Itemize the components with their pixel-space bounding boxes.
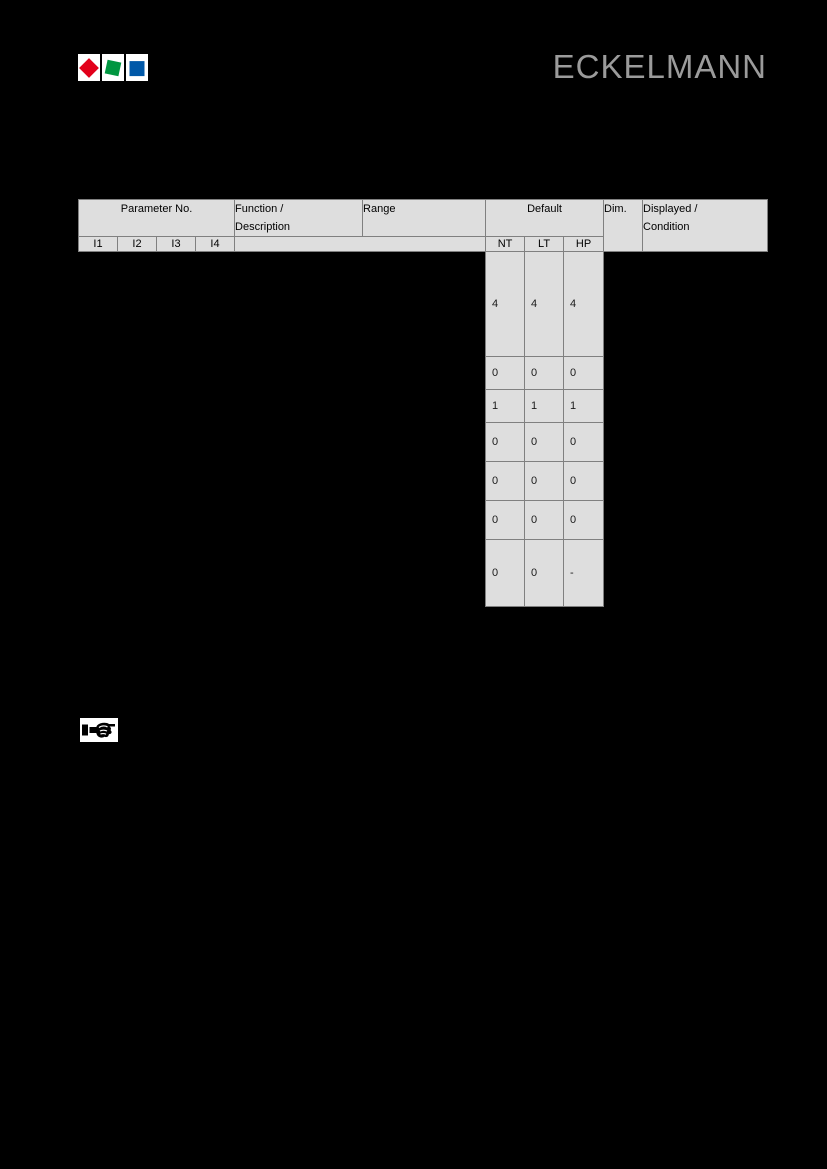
green-square-icon (104, 59, 122, 76)
header-displayed-line1: Displayed / (643, 203, 698, 215)
row-left-region (78, 251, 486, 357)
header-displayed-condition: Displayed / Condition (642, 199, 769, 252)
cell-default-nt: 1 (485, 389, 526, 423)
cell-default-lt: 0 (524, 461, 565, 501)
cell-default-lt: 0 (524, 356, 565, 390)
row-left-region (78, 389, 486, 423)
header-i2: I2 (117, 236, 157, 252)
cell-default-lt: 0 (524, 500, 565, 540)
cell-default-hp: 0 (563, 461, 605, 501)
table-row: 00- (78, 539, 768, 607)
cell-default-lt: 1 (524, 389, 565, 423)
cell-default-lt: 4 (524, 251, 565, 357)
cell-default-nt: 4 (485, 251, 526, 357)
row-left-region (78, 500, 486, 540)
cell-default-hp: 0 (563, 356, 605, 390)
cell-default-nt: 0 (485, 422, 526, 462)
row-right-region (603, 389, 768, 423)
header-spacer (234, 236, 487, 252)
red-diamond-icon (79, 57, 99, 78)
header-lt: LT (524, 236, 565, 252)
row-right-region (603, 500, 768, 540)
cell-default-lt: 0 (524, 422, 565, 462)
header-function-description: Function / Description (234, 199, 364, 237)
header-default: Default (485, 199, 605, 237)
cell-default-nt: 0 (485, 461, 526, 501)
header-function-line1: Function / (235, 203, 284, 215)
header-dim: Dim. (603, 199, 644, 252)
header-i3: I3 (156, 236, 196, 252)
parameter-table: Parameter No. Function / Description Ran… (77, 199, 769, 607)
table-body: 44400011100000000000- (78, 251, 768, 607)
table-row: 000 (78, 356, 768, 390)
logo-tile-blue (126, 54, 148, 81)
table-header: Parameter No. Function / Description Ran… (77, 199, 769, 252)
row-right-region (603, 539, 768, 607)
row-left-region (78, 356, 486, 390)
cell-default-hp: 1 (563, 389, 605, 423)
header-function-line2: Description (235, 221, 291, 233)
header-range: Range (362, 199, 487, 237)
header-parameter-no: Parameter No. (77, 199, 236, 237)
cell-default-lt: 0 (524, 539, 565, 607)
cell-default-hp: - (563, 539, 605, 607)
table-row: 000 (78, 461, 768, 501)
row-right-region (603, 251, 768, 357)
eckelmann-logo (78, 54, 148, 81)
header-i1: I1 (78, 236, 118, 252)
cell-default-nt: 0 (485, 539, 526, 607)
document-page: ECKELMANN Parameter No. Function / Descr… (0, 0, 827, 1169)
brand-wordmark: ECKELMANN (552, 48, 767, 85)
blue-square-icon (129, 60, 145, 76)
header-row-primary: Parameter No. Function / Description Ran… (77, 199, 769, 252)
cell-default-hp: 0 (563, 500, 605, 540)
pointing-hand-icon (80, 718, 118, 742)
table-row: 111 (78, 389, 768, 423)
cell-default-nt: 0 (485, 500, 526, 540)
logo-tile-red (78, 54, 100, 81)
header-hp: HP (563, 236, 605, 252)
table-row: 444 (78, 251, 768, 357)
header-i4: I4 (194, 236, 236, 252)
row-right-region (603, 461, 768, 501)
row-right-region (603, 422, 768, 462)
row-left-region (78, 461, 486, 501)
cell-default-nt: 0 (485, 356, 526, 390)
row-right-region (603, 356, 768, 390)
row-left-region (78, 539, 486, 607)
row-left-region (78, 422, 486, 462)
table-row: 000 (78, 422, 768, 462)
logo-tile-green (102, 54, 124, 81)
cell-default-hp: 0 (563, 422, 605, 462)
header-nt: NT (485, 236, 526, 252)
cell-default-hp: 4 (563, 251, 605, 357)
table-row: 000 (78, 500, 768, 540)
header-displayed-line2: Condition (643, 221, 690, 233)
